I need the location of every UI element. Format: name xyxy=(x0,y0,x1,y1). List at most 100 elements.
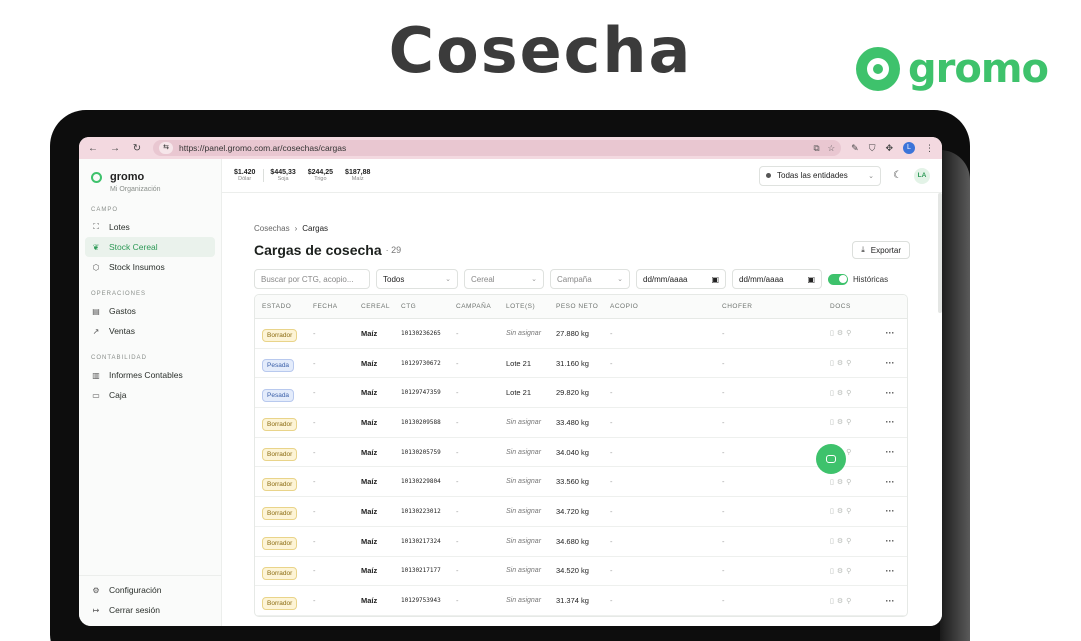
fecha-cell: - xyxy=(313,477,316,487)
document-icon[interactable]: ▯ xyxy=(830,568,837,575)
ctg-cell: 10129753943 xyxy=(401,597,441,605)
gear-icon[interactable]: ⚙ xyxy=(837,508,846,515)
gear-icon[interactable]: ⚙ xyxy=(837,330,846,337)
entity-select[interactable]: Todas las entidades ⌄ xyxy=(759,165,882,186)
row-actions-icon[interactable]: ··· xyxy=(878,447,902,457)
chat-button[interactable] xyxy=(816,444,846,474)
document-icon[interactable]: ▯ xyxy=(830,508,837,515)
sidebar-item-lotes[interactable]: ⛶ Lotes xyxy=(85,217,215,237)
row-actions-icon[interactable]: ··· xyxy=(878,566,902,576)
table-row[interactable]: Borrador - Maíz 10130217177 - Sin asignar 34.5… xyxy=(255,557,907,587)
location-icon[interactable]: ⚲ xyxy=(846,360,854,367)
address-bar[interactable]: ⇆ https://panel.gromo.com.ar/cosechas/ca… xyxy=(153,140,842,156)
site-settings-icon[interactable]: ⇆ xyxy=(159,142,173,154)
cereal-cell: Maíz xyxy=(361,596,378,606)
sidebar-item-label: Cerrar sesión xyxy=(109,605,161,615)
back-icon[interactable]: ← xyxy=(87,143,99,154)
estado-select[interactable]: Todos ⌄ xyxy=(376,269,458,289)
row-actions-icon[interactable]: ··· xyxy=(878,358,902,368)
entity-dot-icon xyxy=(766,173,772,178)
forward-icon[interactable]: → xyxy=(109,143,121,154)
document-icon[interactable]: ▯ xyxy=(830,390,837,397)
row-actions-icon[interactable]: ··· xyxy=(878,506,902,516)
gear-icon[interactable]: ⚙ xyxy=(837,479,846,486)
receipt-icon: ▤ xyxy=(92,306,100,316)
gear-icon[interactable]: ⚙ xyxy=(837,360,846,367)
row-actions-icon[interactable]: ··· xyxy=(878,536,902,546)
location-icon[interactable]: ⚲ xyxy=(846,330,854,337)
table-row[interactable]: Borrador - Maíz 10129753943 - Sin asignar 31.3… xyxy=(255,586,907,616)
gear-icon[interactable]: ⚙ xyxy=(837,390,846,397)
pen-icon[interactable]: ✎ xyxy=(851,143,859,154)
shield-icon[interactable]: ⛉ xyxy=(869,143,876,154)
sidebar-item-gastos[interactable]: ▤ Gastos xyxy=(85,301,215,321)
install-icon[interactable]: ⧉ xyxy=(813,143,819,154)
menu-icon[interactable]: ⋮ xyxy=(925,143,934,154)
row-actions-icon[interactable]: ··· xyxy=(878,596,902,606)
cereal-cell: Maíz xyxy=(361,566,378,576)
row-actions-icon[interactable]: ··· xyxy=(878,477,902,487)
reload-icon[interactable]: ↻ xyxy=(131,143,143,154)
sidebar-item-logout[interactable]: ↦ Cerrar sesión xyxy=(85,600,215,620)
export-button[interactable]: ⤓ Exportar xyxy=(852,241,910,259)
table-row[interactable]: Borrador - Maíz 10130217324 - Sin asignar 34.6… xyxy=(255,527,907,557)
sidebar-brand[interactable]: gromo xyxy=(79,159,221,183)
sidebar-item-gear[interactable]: ⚙ Configuración xyxy=(85,580,215,600)
price-label: Maíz xyxy=(351,176,364,182)
gear-icon[interactable]: ⚙ xyxy=(837,538,846,545)
document-icon[interactable]: ▯ xyxy=(830,360,837,367)
table-row[interactable]: Borrador - Maíz 10130209588 - Sin asignar 33.4… xyxy=(255,408,907,438)
gear-icon[interactable]: ⚙ xyxy=(837,568,846,575)
campana-select[interactable]: Campaña ⌄ xyxy=(550,269,630,289)
table-row[interactable]: Borrador - Maíz 10130229804 - Sin asignar 33.5… xyxy=(255,467,907,498)
sidebar-item-ventas[interactable]: ↗ Ventas xyxy=(85,321,215,341)
chofer-cell: - xyxy=(722,388,725,398)
sidebar-item-informes-contables[interactable]: ▥ Informes Contables xyxy=(85,365,215,385)
avatar[interactable]: LA xyxy=(914,167,930,184)
table-row[interactable]: Pesada - Maíz 10129730672 - Lote 21 31.160 kg -… xyxy=(255,349,907,379)
location-icon[interactable]: ⚲ xyxy=(846,568,854,575)
document-icon[interactable]: ▯ xyxy=(830,479,837,486)
location-icon[interactable]: ⚲ xyxy=(846,508,854,515)
extensions-icon[interactable]: ✥ xyxy=(885,143,893,154)
calendar-icon[interactable]: ▣ xyxy=(807,275,815,284)
sidebar-item-stock-insumos[interactable]: ⬡ Stock Insumos xyxy=(85,257,215,277)
star-icon[interactable]: ☆ xyxy=(828,143,836,154)
profile-icon[interactable]: L xyxy=(903,142,915,154)
sidebar-item-stock-cereal[interactable]: ❦ Stock Cereal xyxy=(85,237,215,257)
calendar-icon[interactable]: ▣ xyxy=(711,275,719,284)
theme-toggle-icon[interactable]: ☾ xyxy=(893,170,902,181)
row-actions-icon[interactable]: ··· xyxy=(878,328,902,338)
location-icon[interactable]: ⚲ xyxy=(846,390,854,397)
gear-icon[interactable]: ⚙ xyxy=(837,598,846,605)
row-actions-icon[interactable]: ··· xyxy=(878,388,902,398)
search-input[interactable]: Buscar por CTG, acopio... xyxy=(254,269,370,289)
historicas-toggle[interactable] xyxy=(828,273,848,285)
chofer-cell: - xyxy=(722,447,725,457)
document-icon[interactable]: ▯ xyxy=(830,330,837,337)
acopio-cell: - xyxy=(610,506,613,516)
docs-cell: ▯⚙⚲ xyxy=(830,418,878,426)
document-icon[interactable]: ▯ xyxy=(830,419,837,426)
document-icon[interactable]: ▯ xyxy=(830,538,837,545)
document-icon[interactable]: ▯ xyxy=(830,598,837,605)
date-to-input[interactable]: dd/mm/aaaa ▣ xyxy=(732,269,822,289)
table-body: Borrador - Maíz 10130236265 - Sin asignar 27.8… xyxy=(255,319,907,616)
table-row[interactable]: Borrador - Maíz 10130236265 - Sin asignar 27.8… xyxy=(255,319,907,349)
cereal-select[interactable]: Cereal ⌄ xyxy=(464,269,544,289)
table-row[interactable]: Borrador - Maíz 10130223012 - Sin asignar 34.7… xyxy=(255,497,907,527)
location-icon[interactable]: ⚲ xyxy=(846,598,854,605)
date-from-input[interactable]: dd/mm/aaaa ▣ xyxy=(636,269,726,289)
location-icon[interactable]: ⚲ xyxy=(846,449,854,456)
breadcrumb-parent[interactable]: Cosechas xyxy=(254,224,290,233)
scrollbar[interactable] xyxy=(938,193,942,313)
location-icon[interactable]: ⚲ xyxy=(846,479,854,486)
table-row[interactable]: Borrador - Maíz 10130205759 - Sin asignar 34.0… xyxy=(255,438,907,468)
table-row[interactable]: Pesada - Maíz 10129747359 - Lote 21 29.820 kg -… xyxy=(255,378,907,409)
location-icon[interactable]: ⚲ xyxy=(846,538,854,545)
gear-icon[interactable]: ⚙ xyxy=(837,419,846,426)
row-actions-icon[interactable]: ··· xyxy=(878,417,902,427)
sidebar-item-caja[interactable]: ▭ Caja xyxy=(85,385,215,405)
chofer-cell: - xyxy=(722,477,725,487)
location-icon[interactable]: ⚲ xyxy=(846,419,854,426)
